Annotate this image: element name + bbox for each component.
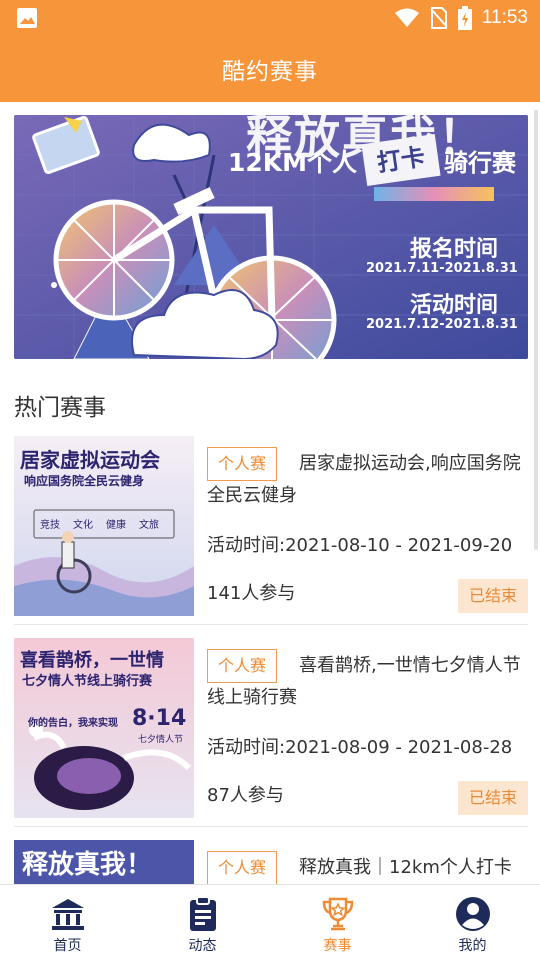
thumb-line2: 七夕情人节线上骑行赛 xyxy=(22,674,153,689)
bank-icon xyxy=(51,899,84,930)
status-badge: 已结束 xyxy=(458,579,528,613)
bottom-tab-bar: 首页 动态 赛事 我的 xyxy=(0,884,540,960)
event-title[interactable]: 释放真我｜12km个人打卡 xyxy=(207,852,528,884)
event-card[interactable]: 喜看鹊桥，一世情 七夕情人节线上骑行赛 你的告白，我来实现 8·14 七夕情人节… xyxy=(14,638,528,818)
divider xyxy=(14,826,528,827)
wifi-icon xyxy=(394,8,419,27)
status-badge: 已结束 xyxy=(458,781,528,815)
app-bar: 酷约赛事 xyxy=(0,36,540,102)
tab-home[interactable]: 首页 xyxy=(0,885,135,960)
thumb-line2: 响应国务院全民云健身 xyxy=(24,474,145,488)
thumb-slogan: 你的告白，我来实现 xyxy=(28,718,118,729)
event-participants: 87人参与 xyxy=(207,785,284,806)
image-icon xyxy=(17,8,37,28)
banner-subtitle-right: 骑行赛 xyxy=(444,149,516,177)
thumb-line1: 居家虚拟运动会 xyxy=(20,448,160,472)
event-thumbnail: 喜看鹊桥，一世情 七夕情人节线上骑行赛 你的告白，我来实现 8·14 七夕情人节 xyxy=(14,638,194,818)
event-thumbnail: 居家虚拟运动会 响应国务院全民云健身 竞技 文化 健康 文旅 xyxy=(14,436,194,616)
banner-activity-dates: 2021.7.12-2021.8.31 xyxy=(366,317,518,332)
thumb-date: 8·14 xyxy=(132,706,187,731)
clipboard-icon xyxy=(189,896,216,931)
event-time: 活动时间:2021-08-10 - 2021-09-20 xyxy=(207,535,513,556)
tab-label: 我的 xyxy=(458,938,487,954)
thumb-tag: 文旅 xyxy=(139,520,159,531)
tab-label: 赛事 xyxy=(323,938,352,954)
event-card[interactable]: 居家虚拟运动会 响应国务院全民云健身 竞技 文化 健康 文旅 个人赛 居家虚拟运… xyxy=(14,436,528,616)
page-title: 酷约赛事 xyxy=(222,59,318,85)
tab-events[interactable]: 赛事 xyxy=(270,885,405,960)
tab-label: 动态 xyxy=(188,938,217,954)
event-time: 活动时间:2021-08-09 - 2021-08-28 xyxy=(207,737,513,758)
thumb-line1: 释放真我！ xyxy=(22,850,153,880)
status-bar: 11:53 xyxy=(0,0,540,36)
trophy-icon xyxy=(322,897,353,931)
promo-banner[interactable]: 释放真我！ 12KM个人 打卡 骑行赛 报名时间 2021.7.11-2021.… xyxy=(14,115,528,359)
banner-signup-label: 报名时间 xyxy=(410,237,499,262)
section-title-hot-events: 热门赛事 xyxy=(14,395,106,421)
event-title[interactable]: 居家虚拟运动会,响应国务院全民云健身 xyxy=(207,448,528,512)
thumb-tag: 健康 xyxy=(106,520,126,531)
no-sim-icon xyxy=(430,7,448,29)
battery-charging-icon xyxy=(457,6,472,30)
thumb-tag: 竞技 xyxy=(40,520,60,531)
banner-activity-label: 活动时间 xyxy=(410,293,499,318)
thumb-date-sub: 七夕情人节 xyxy=(138,735,184,745)
clock-time: 11:53 xyxy=(481,7,528,28)
event-title[interactable]: 喜看鹊桥,一世情七夕情人节线上骑行赛 xyxy=(207,650,528,714)
banner-signup-dates: 2021.7.11-2021.8.31 xyxy=(366,261,518,276)
event-participants: 141人参与 xyxy=(207,583,296,604)
event-thumbnail: 释放真我！ xyxy=(14,840,194,884)
user-circle-icon xyxy=(455,897,490,931)
tab-label: 首页 xyxy=(53,938,82,954)
banner-subtitle-left: 12KM个人 xyxy=(228,148,358,177)
thumb-line1: 喜看鹊桥，一世情 xyxy=(20,650,164,671)
divider xyxy=(14,624,528,625)
tab-feed[interactable]: 动态 xyxy=(135,885,270,960)
thumb-tag: 文化 xyxy=(73,520,93,531)
scrollbar[interactable] xyxy=(534,110,538,550)
event-card[interactable]: 释放真我！ 个人赛 释放真我｜12km个人打卡 xyxy=(14,840,528,884)
tab-profile[interactable]: 我的 xyxy=(405,885,540,960)
